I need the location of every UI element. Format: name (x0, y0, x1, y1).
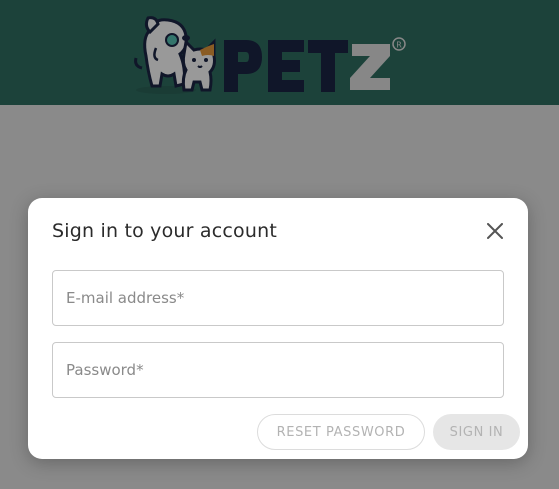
password-field (52, 342, 504, 398)
dialog-title: Sign in to your account (52, 220, 278, 242)
sign-in-button[interactable]: SIGN IN (433, 414, 520, 450)
email-field (52, 270, 504, 326)
page: R Sign in to your account RESET PASSWORD… (0, 0, 559, 489)
reset-password-button[interactable]: RESET PASSWORD (257, 414, 425, 450)
password-input[interactable] (53, 343, 503, 397)
email-input[interactable] (53, 271, 503, 325)
sign-in-dialog: Sign in to your account RESET PASSWORD S… (28, 198, 528, 459)
close-icon (487, 223, 503, 239)
close-button[interactable] (482, 218, 508, 244)
